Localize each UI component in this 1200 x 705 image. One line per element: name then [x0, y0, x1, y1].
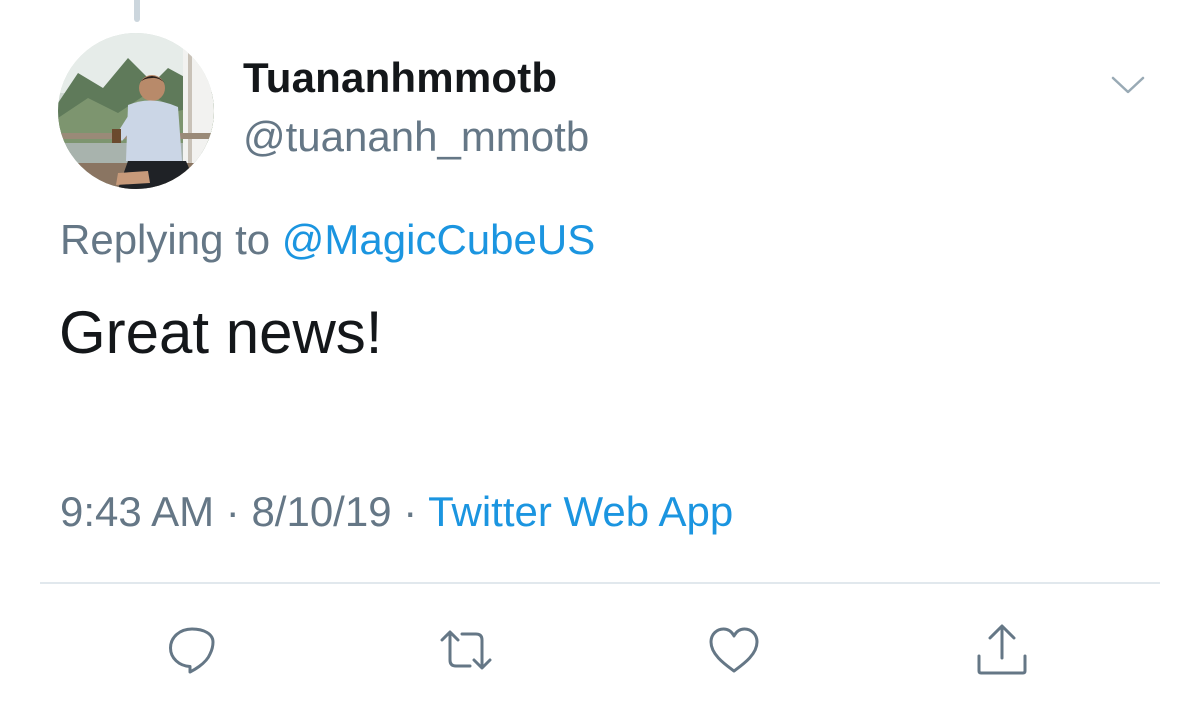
chevron-down-icon: [1111, 76, 1145, 94]
retweet-icon: [440, 630, 492, 670]
retweet-button[interactable]: [436, 620, 496, 680]
like-button[interactable]: [704, 620, 764, 680]
divider: [40, 582, 1160, 584]
heart-icon: [709, 627, 759, 673]
tweet-time[interactable]: 9:43 AM: [60, 488, 214, 535]
tweet-meta: 9:43 AM · 8/10/19 · Twitter Web App: [60, 488, 733, 536]
author-display-name[interactable]: Tuananhmmotb: [243, 54, 557, 102]
thread-connector-line: [134, 0, 140, 22]
reply-mention-link[interactable]: @MagicCubeUS: [282, 216, 595, 263]
meta-separator: ·: [214, 488, 252, 535]
reply-button[interactable]: [162, 620, 222, 680]
share-icon: [977, 624, 1027, 675]
reply-icon: [169, 627, 215, 674]
tweet-source-link[interactable]: Twitter Web App: [428, 488, 733, 535]
more-options-button[interactable]: [1110, 70, 1146, 100]
share-button[interactable]: [972, 620, 1032, 680]
tweet-text: Great news!: [59, 299, 383, 366]
meta-separator: ·: [391, 488, 429, 535]
replying-to-label: Replying to: [60, 216, 282, 263]
author-handle[interactable]: @tuananh_mmotb: [243, 113, 589, 161]
replying-to-line: Replying to @MagicCubeUS: [60, 216, 595, 264]
tweet-date[interactable]: 8/10/19: [251, 488, 391, 535]
avatar-photo: [58, 33, 214, 189]
avatar[interactable]: [58, 33, 214, 189]
